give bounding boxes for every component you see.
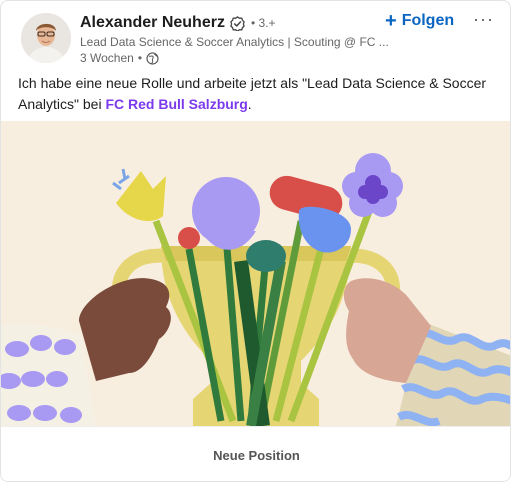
- plus-icon: +: [385, 10, 397, 32]
- new-position-caption: Neue Position: [213, 447, 300, 463]
- post-text-main: Ich habe eine neue Rolle und arbeite jet…: [18, 75, 487, 112]
- verified-badge-icon: [230, 15, 245, 31]
- post-header: Alexander Neuherz • 3.+ Lead Data Scienc…: [1, 1, 510, 67]
- meta-separator: •: [137, 51, 143, 65]
- author-name[interactable]: Alexander Neuherz: [80, 14, 225, 32]
- follow-button[interactable]: + Folgen: [385, 10, 455, 32]
- author-name-row: Alexander Neuherz • 3.+: [80, 14, 276, 32]
- trophy-flowers-image: [1, 121, 510, 426]
- author-avatar[interactable]: [21, 13, 71, 63]
- post-text-end: .: [247, 96, 252, 112]
- company-mention-link[interactable]: FC Red Bull Salzburg: [105, 96, 247, 112]
- new-position-illustration[interactable]: [1, 121, 510, 426]
- post-card: Alexander Neuherz • 3.+ Lead Data Scienc…: [0, 0, 511, 482]
- connection-degree: • 3.+: [250, 16, 276, 30]
- author-headline: Lead Data Science & Soccer Analytics | S…: [80, 35, 389, 49]
- caption-bar: Neue Position: [1, 426, 510, 481]
- post-text: Ich habe eine neue Rolle und arbeite jet…: [18, 73, 498, 115]
- post-time: 3 Wochen: [80, 51, 134, 65]
- avatar-image: [21, 13, 71, 63]
- more-options-icon[interactable]: ···: [473, 9, 494, 30]
- post-meta: 3 Wochen •: [80, 51, 159, 65]
- follow-label: Folgen: [401, 12, 455, 29]
- globe-icon: [146, 51, 159, 65]
